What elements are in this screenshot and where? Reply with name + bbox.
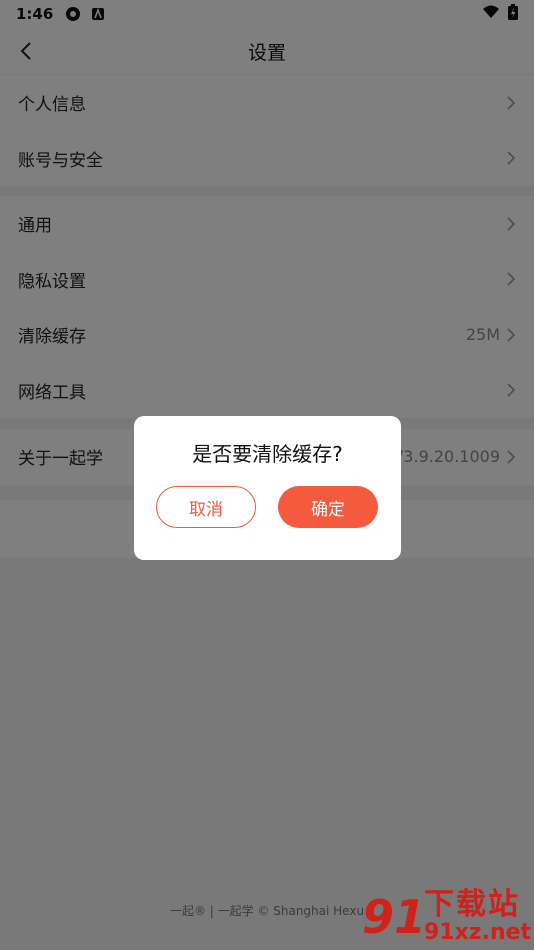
confirm-button[interactable]: 确定 — [278, 486, 378, 528]
watermark-url: 91xz.net — [424, 920, 532, 945]
cancel-button[interactable]: 取消 — [156, 486, 256, 528]
dialog-message: 是否要清除缓存? — [192, 442, 343, 466]
site-watermark: 91 下载站 91xz.net — [362, 886, 532, 948]
clear-cache-dialog: 是否要清除缓存? 取消 确定 — [134, 416, 401, 560]
watermark-logo: 91 — [362, 890, 427, 944]
watermark-title: 下载站 — [424, 887, 520, 922]
